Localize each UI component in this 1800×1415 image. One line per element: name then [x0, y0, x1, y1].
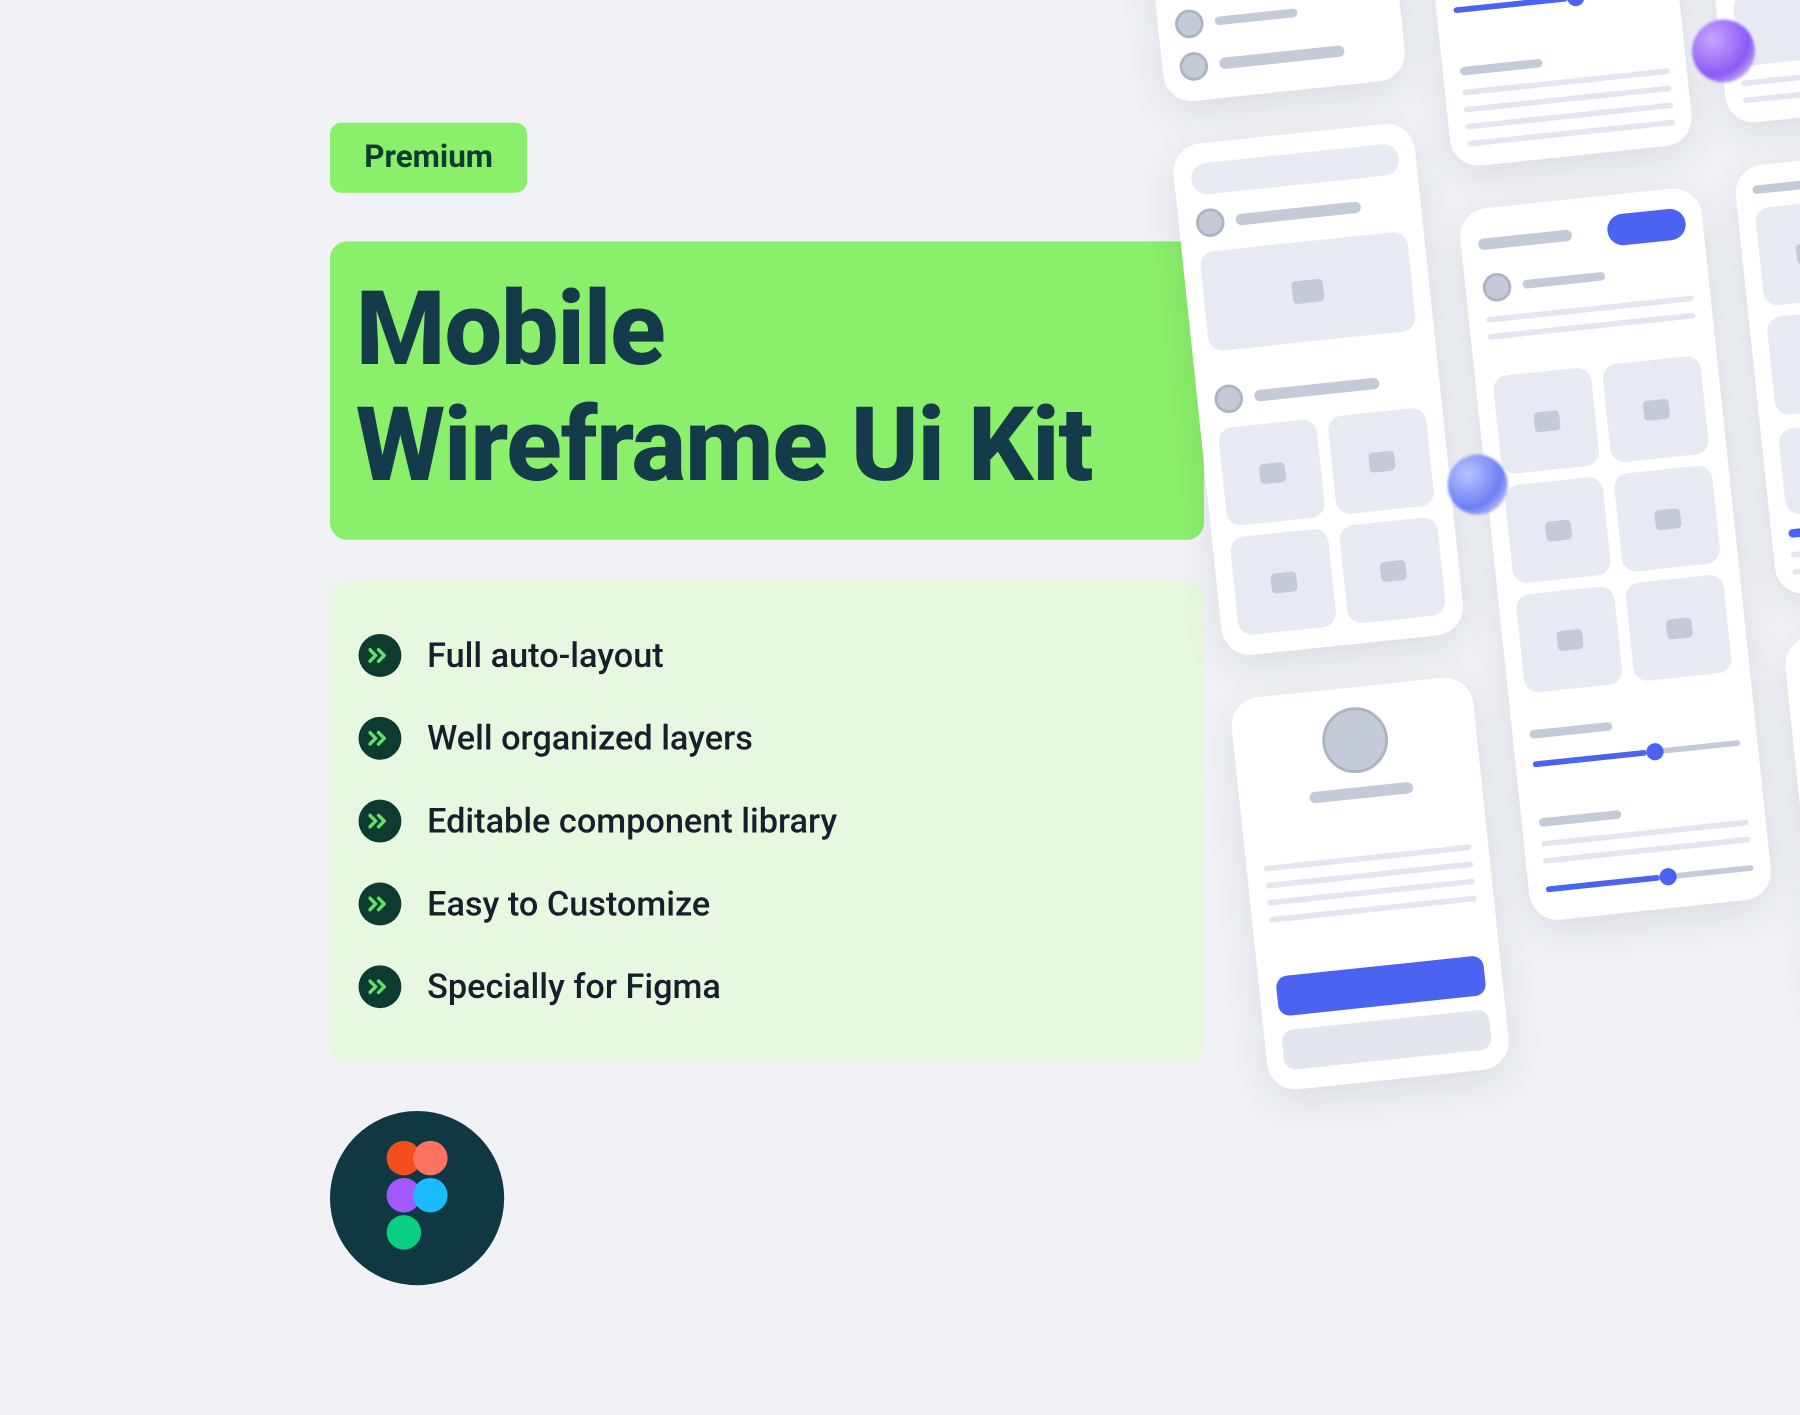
figma-logo-icon: [377, 1140, 457, 1257]
feature-label: Full auto-layout: [427, 636, 664, 676]
chevrons-icon: [359, 800, 402, 843]
feature-label: Well organized layers: [427, 719, 753, 759]
feature-label: Specially for Figma: [427, 967, 721, 1007]
features-list: Full auto-layout Well organized layers E…: [330, 580, 1204, 1063]
premium-badge: Premium: [330, 123, 527, 193]
chevrons-icon: [359, 634, 402, 677]
wireframe-collage: [1140, 0, 1800, 1415]
feature-item: Specially for Figma: [359, 946, 1176, 1029]
figma-badge: [330, 1111, 504, 1285]
feature-item: Full auto-layout: [359, 614, 1176, 697]
feature-item: Well organized layers: [359, 697, 1176, 780]
decorative-orb-icon: [1689, 16, 1758, 85]
wireframe-screen: [1229, 675, 1512, 1092]
product-title: Mobile Wireframe Ui Kit: [356, 273, 1179, 503]
feature-label: Editable component library: [427, 801, 837, 841]
feature-item: Editable component library: [359, 780, 1176, 863]
chevrons-icon: [359, 966, 402, 1009]
title-card: Mobile Wireframe Ui Kit: [330, 241, 1204, 540]
wireframe-screen: [1782, 614, 1800, 1017]
chevrons-icon: [359, 717, 402, 760]
wireframe-screen: [1733, 142, 1800, 596]
decorative-orb-icon: [1445, 452, 1511, 518]
title-line-2: Wireframe Ui Kit: [356, 384, 1092, 505]
wireframe-screen: [1457, 186, 1773, 923]
left-panel: Premium Mobile Wireframe Ui Kit Full aut…: [330, 123, 1215, 1286]
chevrons-icon: [359, 883, 402, 926]
wireframe-screen: [1146, 0, 1408, 104]
promo-canvas: Premium Mobile Wireframe Ui Kit Full aut…: [270, 0, 1800, 1359]
title-line-1: Mobile: [356, 268, 665, 389]
feature-label: Easy to Customize: [427, 884, 710, 924]
wireframe-screen: [1695, 0, 1800, 125]
wireframe-screen: [1427, 0, 1694, 168]
feature-item: Easy to Customize: [359, 863, 1176, 946]
